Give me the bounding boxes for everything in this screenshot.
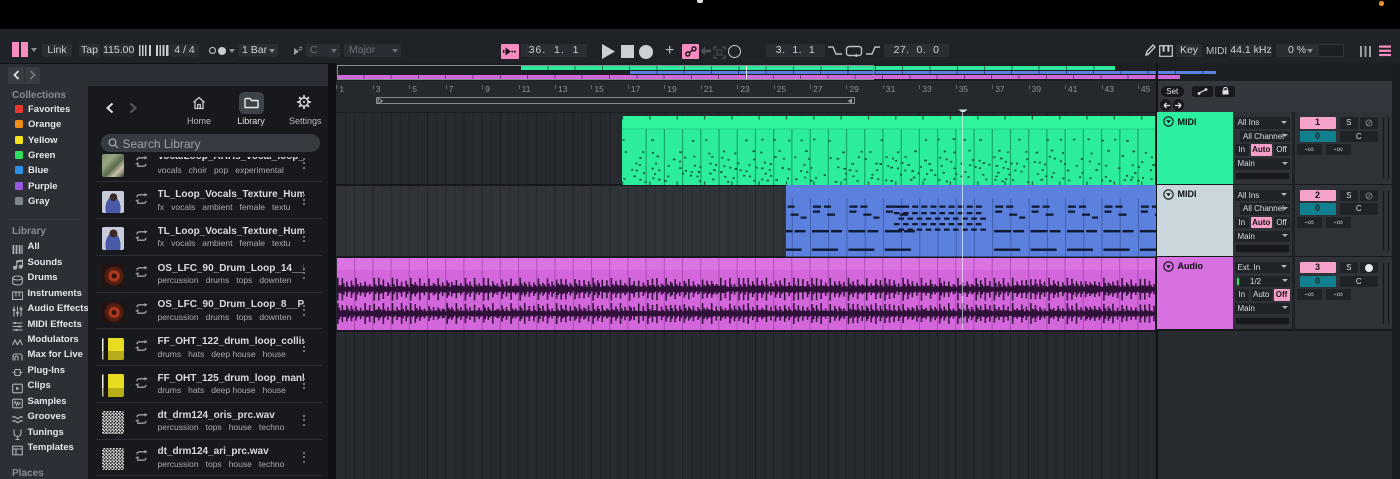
svg-text:#: # — [299, 46, 303, 53]
